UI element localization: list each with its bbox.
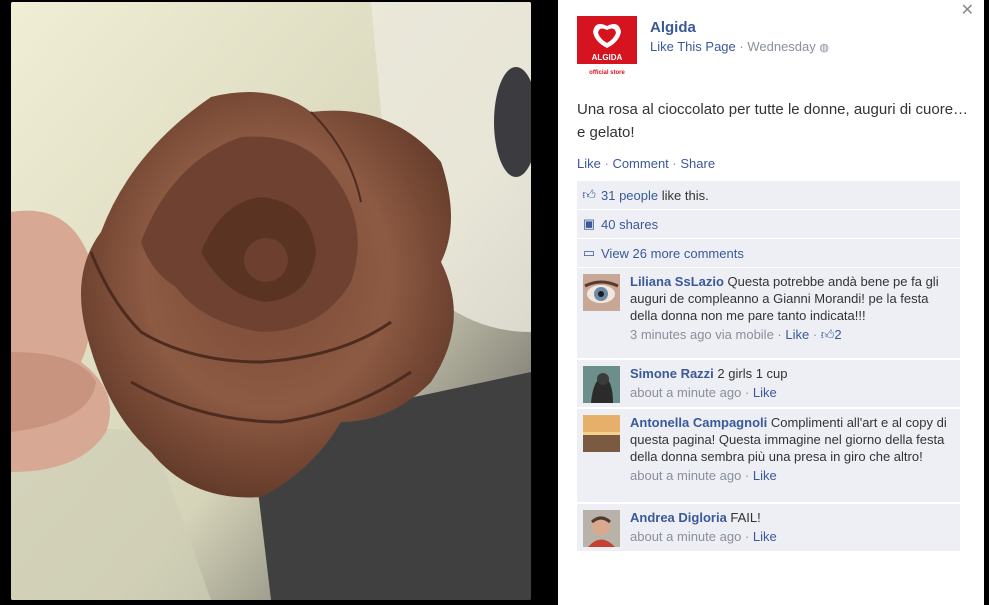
share-icon: ▣: [582, 216, 596, 231]
comment-item: Simone Razzi 2 girls 1 cup about a minut…: [577, 360, 960, 409]
avatar[interactable]: [583, 366, 620, 403]
chocolate-rose-image: [11, 2, 531, 600]
comment-icon: ▭: [582, 245, 596, 260]
comment-meta: about a minute ago · Like: [630, 529, 777, 544]
post-panel: ✕ ALGIDA official store Algida Like This…: [558, 0, 984, 605]
shares-row: ▣ 40 shares: [577, 210, 960, 239]
avatar[interactable]: [583, 274, 620, 311]
comment-like-link[interactable]: Like: [753, 468, 777, 483]
thumbs-up-icon: 👍︎: [582, 187, 596, 202]
comment-text: FAIL!: [726, 510, 761, 525]
comment-item: Andrea Digloria FAIL! about a minute ago…: [577, 504, 960, 553]
globe-icon: ◍: [819, 42, 829, 54]
comment-meta: about a minute ago · Like: [630, 468, 777, 483]
comment-author[interactable]: Antonella Campagnoli: [630, 415, 767, 430]
post-meta: Like This Page · Wednesday ◍: [650, 39, 829, 54]
comment-like-count[interactable]: 2: [834, 327, 841, 342]
comment-like-link[interactable]: Like: [753, 529, 777, 544]
thumbs-up-icon[interactable]: 👍︎: [821, 327, 835, 342]
view-more-comments-link[interactable]: View 26 more comments: [601, 246, 744, 261]
close-icon[interactable]: ✕: [961, 0, 974, 20]
comment-button[interactable]: Comment: [612, 156, 668, 171]
likes-link[interactable]: 31 people: [601, 188, 658, 203]
post-text: Una rosa al cioccolato per tutte le donn…: [577, 101, 969, 141]
comment-meta: 3 minutes ago via mobile · Like · 👍︎2: [630, 327, 842, 342]
comment-text: 2 girls 1 cup: [713, 366, 788, 381]
comment-meta: about a minute ago · Like: [630, 385, 777, 400]
avatar[interactable]: [583, 415, 620, 452]
comment-like-link[interactable]: Like: [785, 327, 809, 342]
shares-link[interactable]: 40 shares: [601, 217, 658, 232]
likes-row: 👍︎ 31 people like this.: [577, 181, 960, 210]
comment-item: Liliana SsLazio Questa potrebbe andà ben…: [577, 268, 960, 360]
ufi: 👍︎ 31 people like this. ▣ 40 shares ▭ Vi…: [577, 181, 960, 553]
comment-author[interactable]: Andrea Digloria: [630, 510, 727, 525]
comment-item: Antonella Campagnoli Complimenti all'art…: [577, 409, 960, 504]
share-button[interactable]: Share: [680, 156, 715, 171]
svg-text:official store: official store: [589, 70, 625, 76]
more-comments-row: ▭ View 26 more comments: [577, 239, 960, 268]
like-page-link[interactable]: Like This Page: [650, 39, 736, 54]
post-actions: Like · Comment · Share: [577, 156, 716, 171]
comment-author[interactable]: Simone Razzi: [630, 366, 714, 381]
like-button[interactable]: Like: [577, 156, 601, 171]
comment-like-link[interactable]: Like: [753, 385, 777, 400]
svg-text:ALGIDA: ALGIDA: [592, 53, 623, 62]
comment-author[interactable]: Liliana SsLazio: [630, 274, 724, 289]
algida-logo[interactable]: ALGIDA official store: [577, 16, 637, 78]
photo-stage: [0, 0, 555, 605]
post-time[interactable]: Wednesday: [747, 39, 815, 54]
avatar[interactable]: [583, 510, 620, 547]
page-name[interactable]: Algida: [650, 19, 696, 36]
post-photo[interactable]: [11, 2, 531, 600]
